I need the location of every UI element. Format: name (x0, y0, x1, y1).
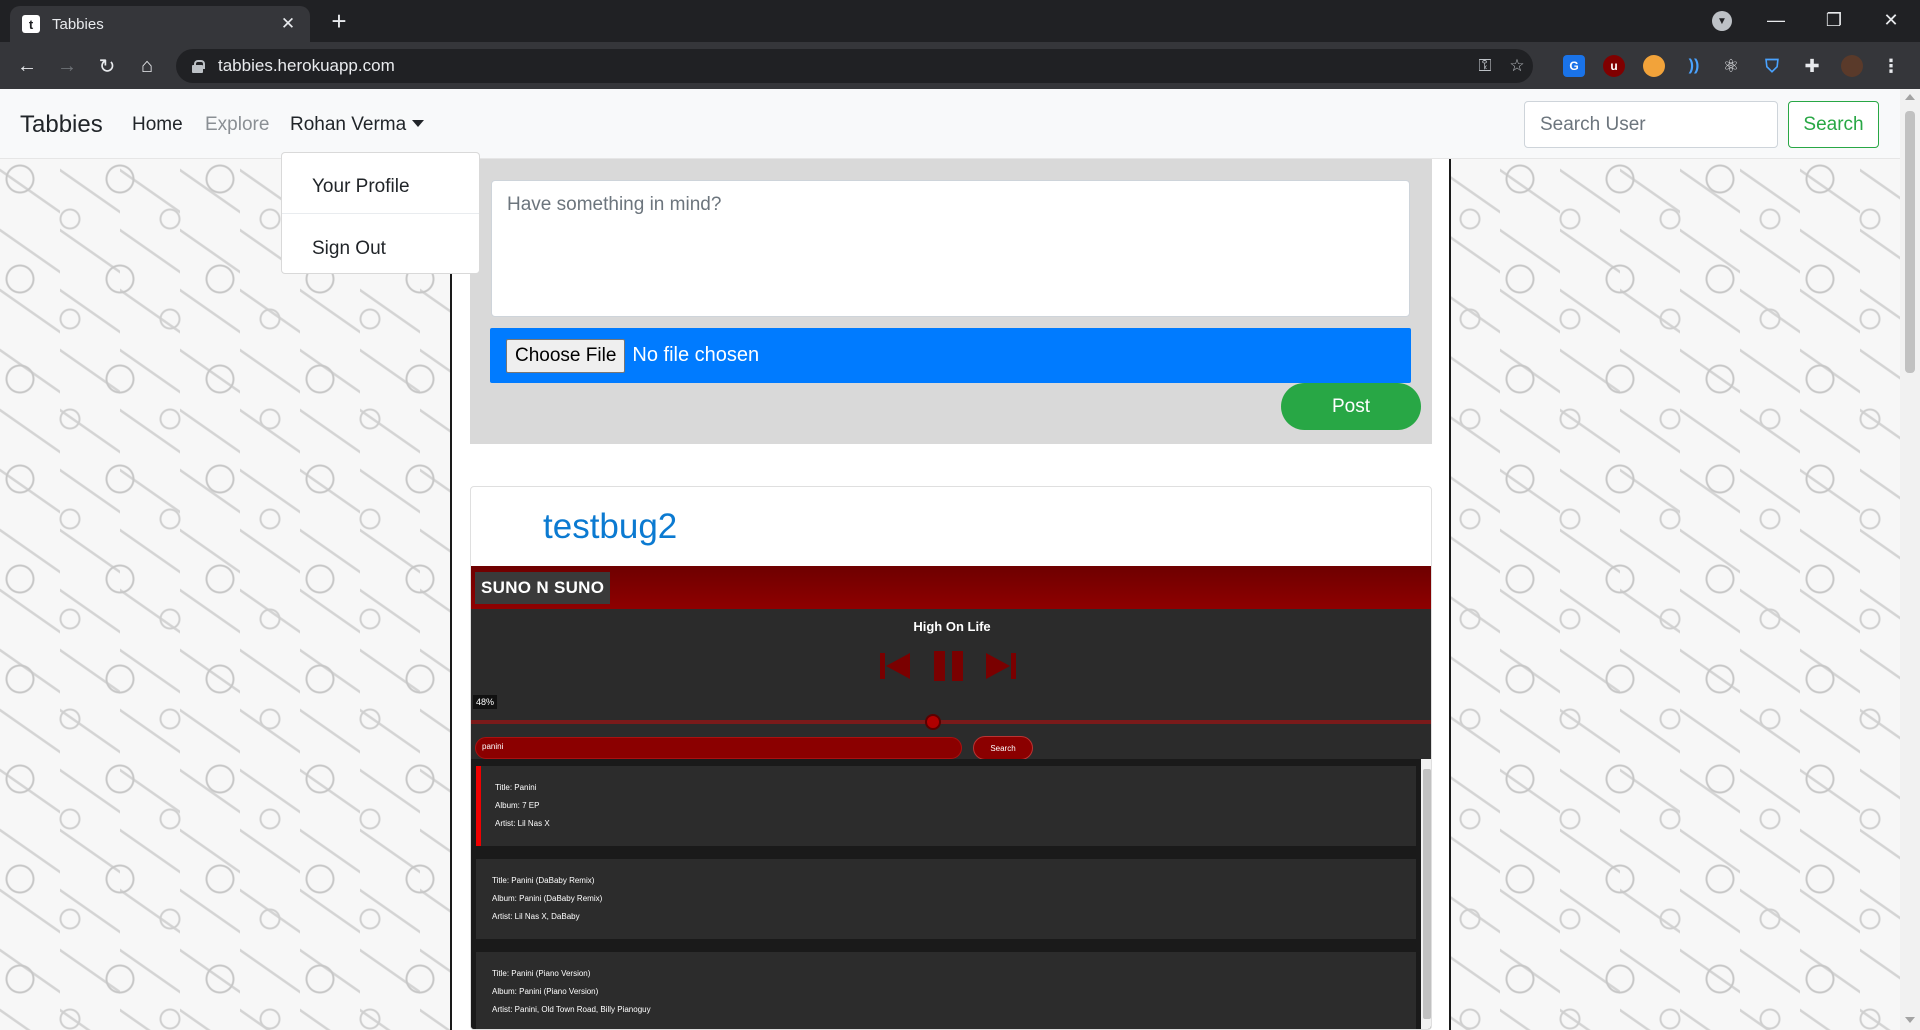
new-tab-icon[interactable]: + (324, 6, 354, 36)
result-artist: Artist: Lil Nas X, DaBaby (492, 912, 580, 921)
result-item[interactable]: Title: Panini (DaBaby Remix) Album: Pani… (476, 859, 1416, 939)
post-textarea[interactable]: Have something in mind? (491, 180, 1410, 317)
dropdown-item-your-profile[interactable]: Your Profile (282, 160, 479, 213)
now-playing-title: High On Life (913, 619, 991, 634)
browser-menu-icon[interactable]: ⋮ (1880, 55, 1902, 77)
search-user-input[interactable] (1524, 101, 1778, 148)
extension-orange-icon[interactable] (1643, 55, 1665, 77)
dropdown-item-sign-out[interactable]: Sign Out (282, 222, 479, 275)
tab-close-icon[interactable]: ✕ (278, 14, 298, 34)
browser-tab-bar: t Tabbies ✕ + ▼ — ❐ ✕ (0, 0, 1920, 42)
browser-toolbar: ← → ↻ ⌂ tabbies.herokuapp.com ⚿ ☆ (0, 42, 1920, 89)
scroll-down-icon[interactable] (1905, 1017, 1915, 1023)
page-scrollbar[interactable] (1900, 89, 1920, 1030)
player-search-button[interactable]: Search (973, 736, 1033, 760)
result-album: Album: Panini (DaBaby Remix) (492, 894, 603, 903)
bookmark-star-icon[interactable]: ☆ (1501, 50, 1533, 82)
result-album: Album: 7 EP (495, 801, 540, 810)
user-dropdown-menu: Your Profile Sign Out (281, 152, 480, 274)
next-track-icon[interactable] (986, 651, 1018, 681)
extensions-puzzle-icon[interactable]: ✚ (1801, 55, 1823, 77)
results-scrollbar-thumb[interactable] (1423, 769, 1431, 1019)
results-scrollbar[interactable] (1421, 759, 1431, 1029)
file-status-text: No file chosen (632, 344, 760, 366)
forward-icon[interactable]: → (51, 50, 83, 82)
extension-translate-icon[interactable]: G (1563, 55, 1585, 77)
result-artist: Artist: Panini, Old Town Road, Billy Pia… (492, 1005, 651, 1014)
extension-atom-icon[interactable]: ⚛ (1720, 55, 1742, 77)
extension-ublock-icon[interactable]: u (1603, 55, 1625, 77)
nav-explore-link[interactable]: Explore (205, 114, 269, 136)
tab-title: Tabbies (52, 15, 104, 33)
caret-down-icon (412, 120, 425, 127)
feed-column: Have something in mind? Choose File No f… (450, 159, 1451, 1030)
previous-track-icon[interactable] (880, 651, 912, 681)
result-item[interactable]: Title: Panini (Piano Version) Album: Pan… (476, 952, 1416, 1029)
post-button[interactable]: Post (1281, 383, 1421, 430)
post-composer: Have something in mind? Choose File No f… (470, 159, 1432, 444)
file-upload-bar: Choose File No file chosen (490, 328, 1411, 383)
choose-file-button[interactable]: Choose File (506, 338, 626, 373)
player-search-input[interactable]: panini (475, 737, 962, 759)
back-icon[interactable]: ← (11, 50, 43, 82)
close-window-icon[interactable]: ✕ (1868, 4, 1914, 36)
profile-avatar[interactable] (1841, 55, 1863, 77)
key-icon[interactable]: ⚿ (1469, 50, 1501, 82)
scroll-up-icon[interactable] (1905, 94, 1915, 100)
url-text[interactable]: tabbies.herokuapp.com (218, 56, 1469, 76)
lock-icon[interactable] (192, 59, 205, 73)
tab-search-icon[interactable]: ▼ (1712, 11, 1732, 31)
nav-home-link[interactable]: Home (132, 114, 183, 136)
result-title: Title: Panini (Piano Version) (492, 969, 591, 978)
progress-knob[interactable] (924, 714, 941, 730)
extension-speech-icon[interactable]: )) (1683, 55, 1705, 77)
result-title: Title: Panini (DaBaby Remix) (492, 876, 595, 885)
player-logo: SUNO N SUNO (475, 571, 611, 604)
restore-icon[interactable]: ❐ (1811, 4, 1857, 36)
pause-icon[interactable] (934, 651, 964, 681)
page-scrollbar-thumb[interactable] (1905, 111, 1915, 373)
site-brand[interactable]: Tabbies (20, 111, 103, 139)
dropdown-divider (282, 213, 479, 214)
page-viewport: Tabbies Home Explore Rohan Verma Search … (0, 89, 1900, 1030)
search-results-list: Title: Panini Album: 7 EP Artist: Lil Na… (471, 759, 1431, 1029)
user-menu-label: Rohan Verma (290, 114, 407, 135)
post-username-link[interactable]: testbug2 (543, 507, 677, 547)
result-album: Album: Panini (Piano Version) (492, 987, 599, 996)
site-navbar: Tabbies Home Explore Rohan Verma Search (0, 89, 1900, 159)
reload-icon[interactable]: ↻ (91, 50, 123, 82)
player-header: SUNO N SUNO (471, 566, 1431, 609)
result-artist: Artist: Lil Nas X (495, 819, 550, 828)
music-player: SUNO N SUNO High On Life 48% panini Sear… (471, 566, 1431, 1029)
extension-shield-icon[interactable]: ⛉ (1761, 55, 1783, 77)
home-icon[interactable]: ⌂ (131, 50, 163, 82)
search-button[interactable]: Search (1788, 101, 1879, 148)
tabbies-favicon-icon: t (22, 15, 40, 33)
post-card: testbug2 SUNO N SUNO High On Life 48% pa… (470, 486, 1432, 1030)
player-controls-area: High On Life 48% panini Search (471, 609, 1431, 760)
result-title: Title: Panini (495, 783, 537, 792)
progress-label: 48% (473, 695, 498, 709)
browser-tab[interactable]: t Tabbies ✕ (10, 6, 310, 42)
result-item[interactable]: Title: Panini Album: 7 EP Artist: Lil Na… (476, 766, 1416, 846)
progress-track[interactable] (471, 720, 1431, 724)
minimize-icon[interactable]: — (1753, 4, 1799, 36)
user-menu-toggle[interactable]: Rohan Verma (290, 114, 425, 136)
address-bar[interactable]: tabbies.herokuapp.com ⚿ ☆ (176, 49, 1533, 83)
